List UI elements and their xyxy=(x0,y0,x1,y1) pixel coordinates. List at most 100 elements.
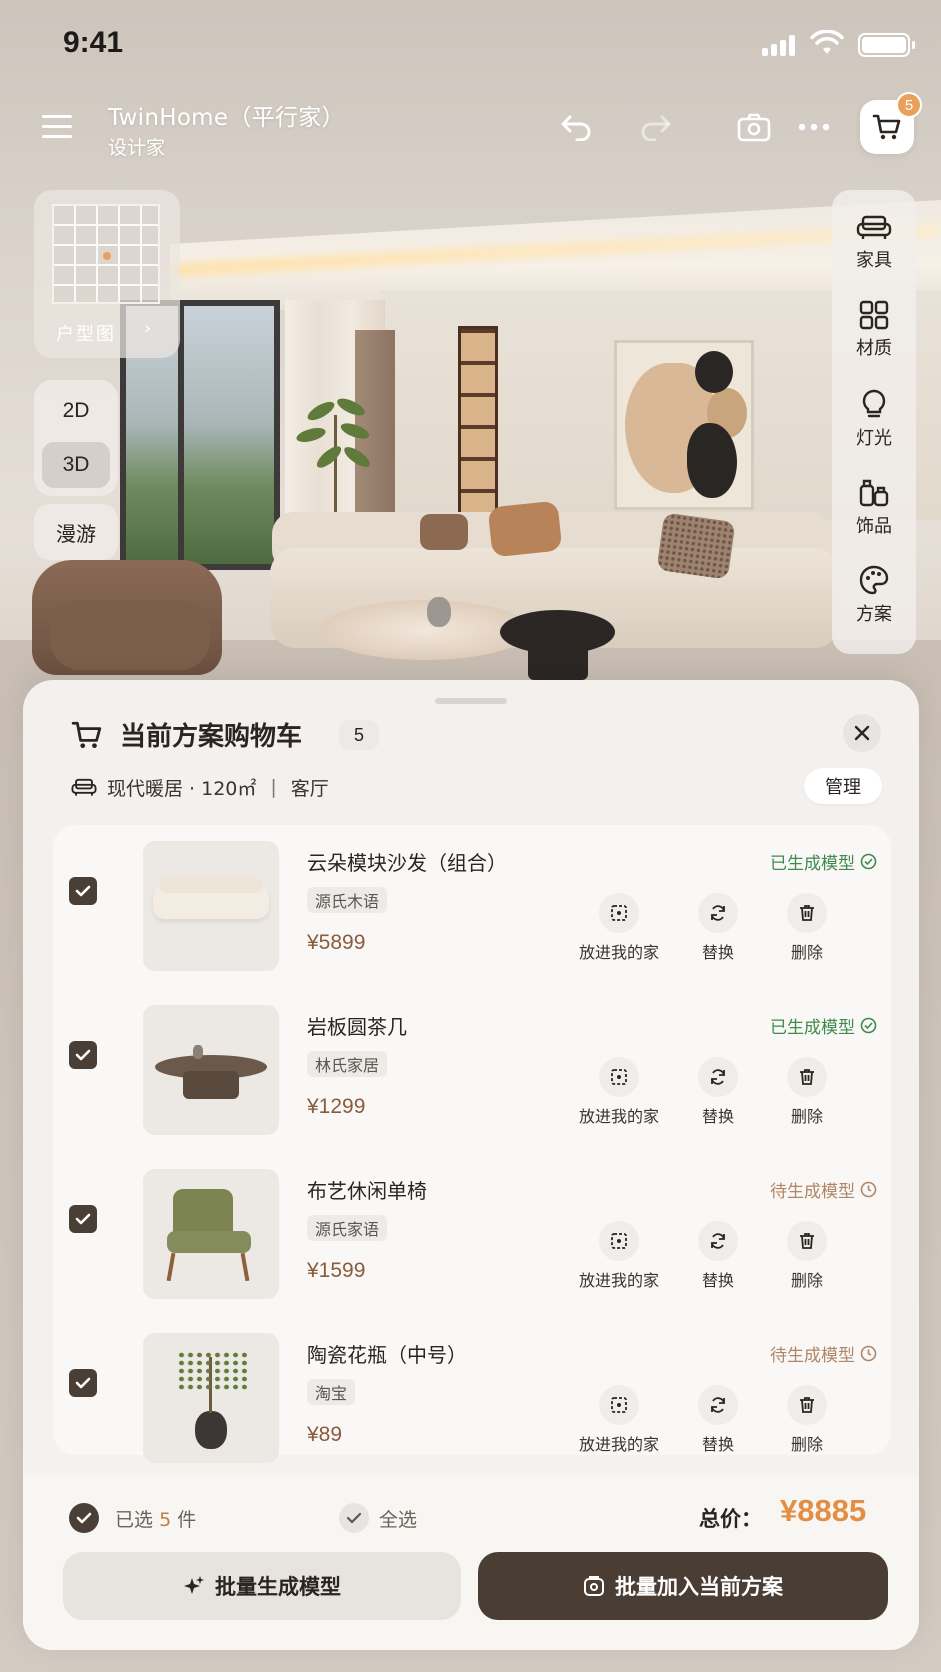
replace-button[interactable]: 替换 xyxy=(698,893,738,963)
refresh-icon xyxy=(711,1069,725,1085)
undo-icon[interactable] xyxy=(556,107,596,147)
roam-button[interactable]: 漫游 xyxy=(34,504,118,560)
item-thumbnail[interactable] xyxy=(143,1169,279,1299)
sofa-icon xyxy=(856,215,892,239)
manage-button[interactable]: 管理 xyxy=(804,768,882,804)
app-subtitle: 设计家 xyxy=(108,137,166,159)
location-marker-icon xyxy=(103,252,111,260)
tool-label: 方案 xyxy=(856,604,892,625)
floorplan-label: 户型图 xyxy=(56,324,116,345)
delete-label: 删除 xyxy=(790,943,823,962)
wall-painting xyxy=(614,340,754,510)
add-to-scheme-icon xyxy=(584,1576,604,1596)
delete-button[interactable]: 删除 xyxy=(787,1057,827,1127)
view-switch: 2D 3D xyxy=(34,380,118,496)
view-2d-button[interactable]: 2D xyxy=(42,388,110,434)
place-icon xyxy=(611,1069,627,1085)
battery-icon xyxy=(858,33,915,57)
selected-check-icon[interactable] xyxy=(69,1503,99,1533)
delete-button[interactable]: 删除 xyxy=(787,1221,827,1291)
status-time: 9:41 xyxy=(63,26,124,59)
replace-button[interactable]: 替换 xyxy=(698,1385,738,1455)
item-checkbox[interactable] xyxy=(69,1369,97,1397)
refresh-icon xyxy=(711,1233,725,1249)
pillow xyxy=(420,514,468,550)
refresh-icon xyxy=(711,905,725,921)
clock-icon xyxy=(860,1345,877,1362)
tool-label: 灯光 xyxy=(856,428,892,449)
tool-label: 家具 xyxy=(856,250,892,271)
batch-add-button[interactable]: 批量加入当前方案 xyxy=(478,1552,888,1620)
place-in-home-button[interactable]: 放进我的家 xyxy=(579,1221,659,1291)
selected-prefix: 已选 xyxy=(115,1509,154,1531)
cart-count-pill: 5 xyxy=(339,720,379,750)
item-thumbnail[interactable] xyxy=(143,841,279,971)
replace-label: 替换 xyxy=(701,943,734,962)
pillow xyxy=(656,512,736,580)
tool-decor[interactable]: 饰品 xyxy=(832,460,916,548)
delete-button[interactable]: 删除 xyxy=(787,893,827,963)
item-price: ¥1599 xyxy=(307,1259,366,1282)
cart-button[interactable]: 5 xyxy=(860,92,922,154)
chevron-right-icon: › xyxy=(144,318,152,339)
place-label: 放进我的家 xyxy=(579,1107,660,1126)
scheme-info: 现代暖居 · 120㎡ | 客厅 xyxy=(71,772,329,802)
clock-icon xyxy=(860,1181,877,1198)
trash-icon xyxy=(800,1397,814,1413)
view-3d-button[interactable]: 3D xyxy=(42,442,110,488)
coffee-table[interactable] xyxy=(320,600,530,660)
cart-icon xyxy=(872,114,901,140)
menu-icon[interactable] xyxy=(42,113,72,139)
side-table[interactable] xyxy=(500,610,615,654)
delete-label: 删除 xyxy=(790,1271,823,1290)
batch-generate-label: 批量生成模型 xyxy=(215,1575,341,1599)
tool-lighting[interactable]: 灯光 xyxy=(832,372,916,460)
close-button[interactable] xyxy=(843,714,881,752)
place-in-home-button[interactable]: 放进我的家 xyxy=(579,893,659,963)
tool-scheme[interactable]: 方案 xyxy=(832,548,916,636)
divider: | xyxy=(270,776,277,798)
item-brand-tag: 淘宝 xyxy=(307,1379,356,1405)
grid-icon xyxy=(859,300,889,330)
status-bar: 9:41 xyxy=(0,0,941,90)
camera-icon[interactable] xyxy=(734,107,774,147)
tool-label: 饰品 xyxy=(856,516,892,537)
replace-label: 替换 xyxy=(701,1271,734,1290)
selected-count-text: 已选 5 件 xyxy=(115,1505,196,1532)
place-label: 放进我的家 xyxy=(579,943,660,962)
tool-material[interactable]: 材质 xyxy=(832,284,916,372)
palette-icon xyxy=(859,565,889,595)
replace-button[interactable]: 替换 xyxy=(698,1221,738,1291)
redo-icon[interactable] xyxy=(636,107,676,147)
replace-button[interactable]: 替换 xyxy=(698,1057,738,1127)
item-price: ¥89 xyxy=(307,1423,343,1446)
delete-button[interactable]: 删除 xyxy=(787,1385,827,1455)
place-in-home-button[interactable]: 放进我的家 xyxy=(579,1385,659,1455)
place-label: 放进我的家 xyxy=(579,1271,660,1290)
cart-item-row: 布艺休闲单椅 源氏家语 ¥1599 待生成模型 放进我的家 替换 删除 xyxy=(53,1153,891,1303)
bookshelf xyxy=(458,326,498,516)
select-all-check-icon[interactable] xyxy=(339,1503,369,1533)
item-checkbox[interactable] xyxy=(69,1041,97,1069)
cart-item-row: 陶瓷花瓶（中号） 淘宝 ¥89 待生成模型 放进我的家 替换 删除 xyxy=(53,1317,891,1467)
floorplan-card[interactable]: 户型图 › xyxy=(34,190,180,358)
item-thumbnail[interactable] xyxy=(143,1005,279,1135)
model-status: 待生成模型 xyxy=(770,1341,877,1366)
item-checkbox[interactable] xyxy=(69,877,97,905)
trash-icon xyxy=(800,905,814,921)
select-all-label[interactable]: 全选 xyxy=(379,1505,417,1532)
tool-furniture[interactable]: 家具 xyxy=(832,196,916,284)
floor-plant xyxy=(294,395,376,525)
batch-generate-button[interactable]: 批量生成模型 xyxy=(63,1552,461,1620)
replace-label: 替换 xyxy=(701,1435,734,1454)
item-thumbnail[interactable] xyxy=(143,1333,279,1463)
sheet-grabber[interactable] xyxy=(435,698,507,704)
trash-icon xyxy=(800,1069,814,1085)
cart-footer: 已选 5 件 全选 总价： ¥8885 批量生成模型 批量加入当前方案 xyxy=(23,1475,919,1650)
total-label: 总价： xyxy=(699,1507,762,1531)
pillow xyxy=(487,500,563,558)
place-in-home-button[interactable]: 放进我的家 xyxy=(579,1057,659,1127)
more-icon[interactable] xyxy=(794,107,834,147)
item-checkbox[interactable] xyxy=(69,1205,97,1233)
item-name: 云朵模块沙发（组合） xyxy=(307,851,507,875)
